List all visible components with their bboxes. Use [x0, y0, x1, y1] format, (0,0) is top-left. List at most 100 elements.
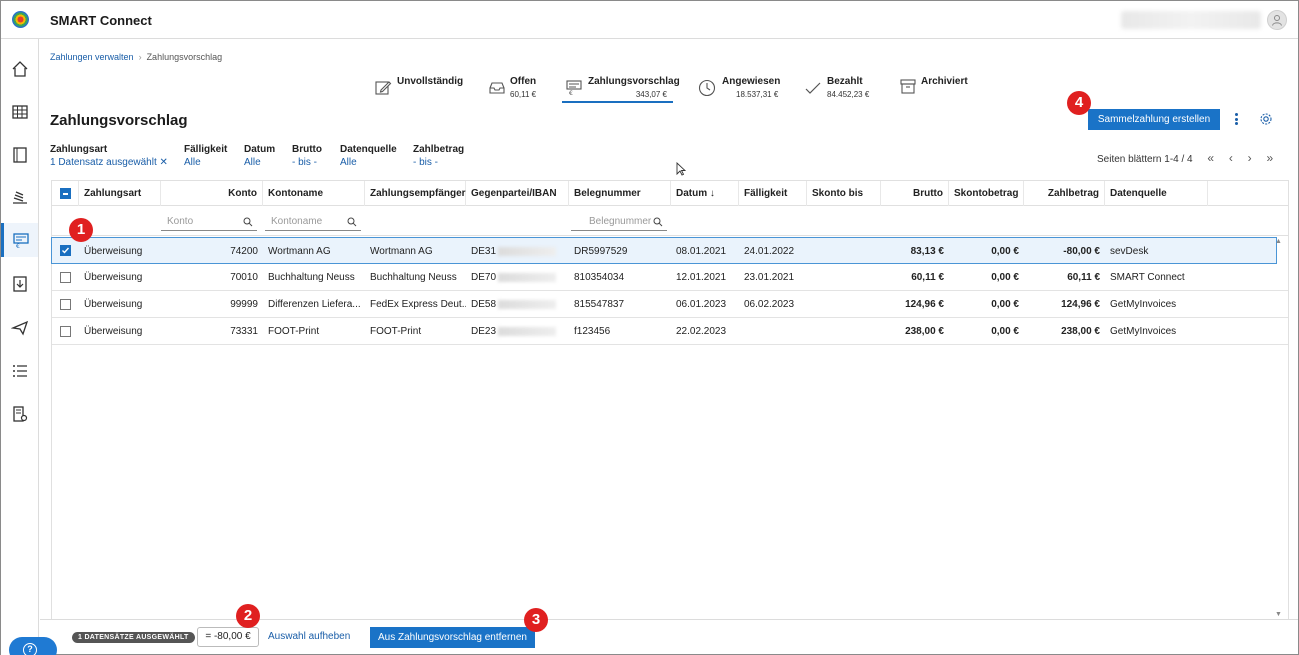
gear-icon[interactable]: [1259, 112, 1273, 126]
cell-datum: 06.01.2023: [676, 299, 727, 310]
row-checkbox[interactable]: [60, 272, 71, 283]
more-options-icon[interactable]: [1233, 112, 1239, 126]
clear-selection-link[interactable]: Auswahl aufheben: [268, 631, 350, 642]
send-icon[interactable]: [1, 311, 38, 345]
cell-iban: DE70: [466, 264, 569, 291]
col-kontoname[interactable]: Kontoname: [263, 181, 365, 206]
col-belegnummer[interactable]: Belegnummer: [569, 181, 671, 206]
table-row[interactable]: Überweisung 99999 Differenzen Liefera...…: [52, 291, 1288, 318]
kontoname-filter-input[interactable]: Kontoname: [265, 214, 361, 231]
cell-skontobetrag: 0,00 €: [991, 299, 1019, 310]
table-row[interactable]: Überweisung 73331 FOOT-Print FOOT-Print …: [52, 318, 1288, 345]
check-icon: [805, 82, 821, 94]
cell-konto: 99999: [230, 299, 258, 310]
cell-zahlungsart: Überweisung: [84, 326, 143, 337]
cell-datum: 08.01.2021: [676, 246, 727, 257]
cell-empfaenger: Buchhaltung Neuss: [370, 272, 457, 283]
col-zahlbetrag[interactable]: Zahlbetrag: [1024, 181, 1105, 206]
cell-beleg: 815547837: [574, 299, 625, 310]
cell-iban: DE23: [466, 318, 569, 345]
row-checkbox[interactable]: [60, 326, 71, 337]
belegnummer-filter-input[interactable]: Belegnummer: [571, 214, 667, 231]
page-title: Zahlungsvorschlag: [50, 112, 188, 129]
filter-zahlungsart[interactable]: Zahlungsart 1 Datensatz ausgewählt ✕: [50, 144, 168, 168]
scroll-down-icon[interactable]: ▼: [1275, 611, 1282, 618]
app-title: SMART Connect: [50, 13, 152, 28]
col-konto[interactable]: Konto: [161, 181, 263, 206]
row-checkbox[interactable]: [60, 299, 71, 310]
user-avatar-icon[interactable]: [1267, 10, 1287, 30]
next-page-icon[interactable]: ›: [1248, 151, 1252, 165]
breadcrumb: Zahlungen verwalten › Zahlungsvorschlag: [50, 52, 223, 62]
first-page-icon[interactable]: «: [1207, 151, 1214, 165]
cell-skonto-bis: [807, 238, 881, 265]
cell-beleg: f123456: [574, 326, 611, 337]
filter-datenquelle[interactable]: Datenquelle Alle: [340, 144, 397, 168]
book-icon[interactable]: [1, 138, 38, 172]
breadcrumb-current: Zahlungsvorschlag: [146, 52, 223, 62]
cell-faelligkeit: 23.01.2021: [744, 272, 795, 283]
last-page-icon[interactable]: »: [1266, 151, 1273, 165]
remove-from-proposal-button[interactable]: Aus Zahlungsvorschlag entfernen: [370, 627, 535, 648]
filter-brutto[interactable]: Brutto - bis -: [292, 144, 322, 168]
tab-zahlungsvorschlag[interactable]: € Zahlungsvorschlag 343,07 €: [562, 73, 680, 103]
scroll-up-icon[interactable]: ▲: [1275, 238, 1282, 245]
cell-skonto-bis: [807, 264, 881, 291]
sammelzahlung-erstellen-button[interactable]: Sammelzahlung erstellen: [1088, 109, 1220, 130]
question-icon: ?: [23, 643, 37, 655]
settings-building-icon[interactable]: [1, 397, 38, 431]
tab-offen[interactable]: Offen 60,11 €: [489, 73, 549, 103]
column-filter-row: Konto Kontoname Belegnummer: [52, 207, 1288, 236]
col-faelligkeit[interactable]: Fälligkeit: [739, 181, 807, 206]
prev-page-icon[interactable]: ‹: [1229, 151, 1233, 165]
col-zahlungsart[interactable]: Zahlungsart: [79, 181, 161, 206]
top-bar: SMART Connect: [1, 1, 1298, 39]
payment-proposal-icon[interactable]: €: [1, 223, 38, 257]
cell-zahlbetrag: 60,11 €: [1067, 272, 1100, 283]
filter-faelligkeit[interactable]: Fälligkeit Alle: [184, 144, 227, 168]
table-row[interactable]: Überweisung 74200 Wortmann AG Wortmann A…: [51, 237, 1277, 264]
cell-kontoname: Differenzen Liefera...: [268, 299, 361, 310]
download-box-icon[interactable]: [1, 267, 38, 301]
filter-zahlbetrag[interactable]: Zahlbetrag - bis -: [413, 144, 464, 168]
table-scrollbar[interactable]: ▲ ▼: [1275, 238, 1283, 618]
table-row[interactable]: Überweisung 70010 Buchhaltung Neuss Buch…: [52, 264, 1288, 291]
konto-filter-input[interactable]: Konto: [161, 214, 257, 231]
tab-unvollstaendig[interactable]: Unvollständig: [375, 73, 470, 103]
cell-konto: 70010: [230, 272, 258, 283]
archive-icon: [900, 79, 916, 94]
col-zahlungsempfaenger[interactable]: Zahlungsempfänger: [365, 181, 466, 206]
col-skontobetrag[interactable]: Skontobetrag: [949, 181, 1024, 206]
col-datenquelle[interactable]: Datenquelle: [1105, 181, 1208, 206]
cell-brutto: 83,13 €: [910, 246, 944, 257]
tab-archiviert[interactable]: Archiviert: [900, 73, 970, 103]
cell-brutto: 124,96 €: [905, 299, 944, 310]
cell-zahlbetrag: 238,00 €: [1061, 326, 1100, 337]
select-all-checkbox[interactable]: [60, 188, 71, 199]
tab-angewiesen[interactable]: Angewiesen 18.537,31 €: [698, 73, 780, 103]
cell-empfaenger: FedEx Express Deut...: [370, 299, 466, 310]
cell-beleg: 810354034: [574, 272, 625, 283]
row-checkbox[interactable]: [60, 245, 71, 256]
col-gegenpartei-iban[interactable]: Gegenpartei/IBAN: [466, 181, 569, 206]
annotation-marker-3: 3: [524, 608, 548, 632]
table-header: Zahlungsart Konto Kontoname Zahlungsempf…: [52, 181, 1288, 206]
col-datum[interactable]: Datum ↓: [671, 181, 739, 206]
cell-zahlungsart: Überweisung: [84, 272, 143, 283]
payment-proposal-tab-icon: €: [566, 80, 582, 96]
filter-datum[interactable]: Datum Alle: [244, 144, 275, 168]
breadcrumb-link[interactable]: Zahlungen verwalten: [50, 52, 134, 62]
documents-hand-icon[interactable]: [1, 181, 38, 215]
svg-text:€: €: [16, 243, 20, 249]
cell-skontobetrag: 0,00 €: [991, 326, 1019, 337]
cell-zahlbetrag: -80,00 €: [1063, 246, 1100, 257]
list-icon[interactable]: [1, 354, 38, 388]
status-tabs: Unvollständig Offen 60,11 € € Zahlungsvo…: [1, 73, 1298, 107]
tab-bezahlt[interactable]: Bezahlt 84.452,23 €: [805, 73, 875, 103]
cell-faelligkeit: [739, 318, 807, 345]
col-skonto-bis[interactable]: Skonto bis: [807, 181, 881, 206]
selected-count-badge: 1 DATENSÄTZE AUSGEWÄHLT: [72, 632, 195, 643]
cell-skonto-bis: [807, 318, 881, 345]
edit-icon: [375, 81, 392, 95]
col-brutto[interactable]: Brutto: [881, 181, 949, 206]
